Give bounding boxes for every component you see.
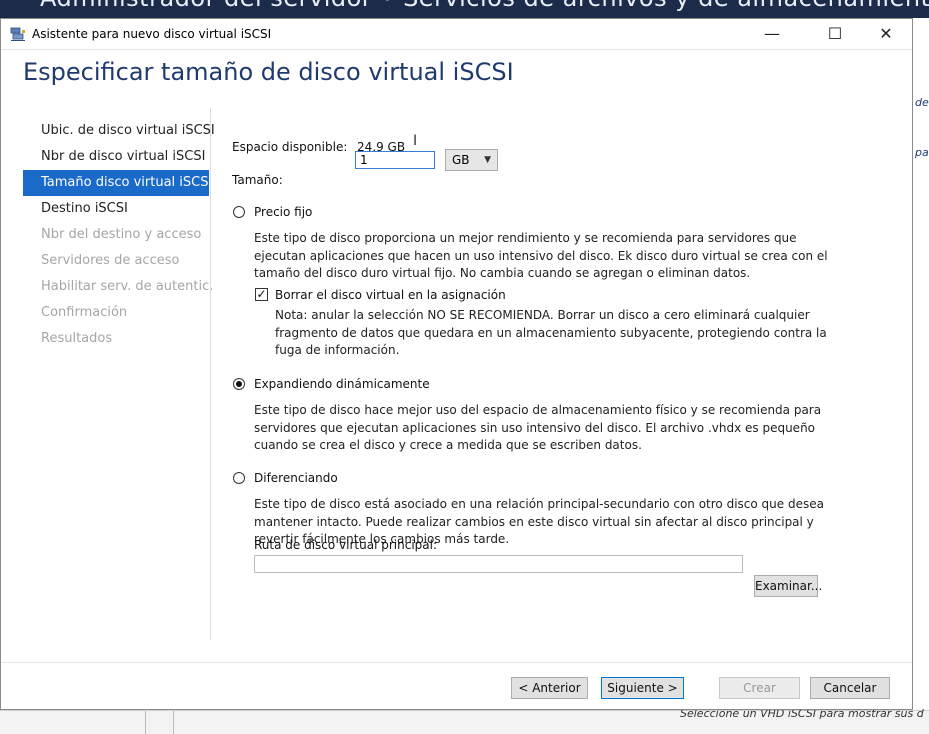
title-bar[interactable]: Asistente para nuevo disco virtual iSCSI… xyxy=(1,19,912,49)
note-line: Nota: anular la selección NO SE RECOMIEN… xyxy=(275,308,810,322)
background-fragment: par xyxy=(915,146,929,159)
parent-path-input[interactable] xyxy=(254,555,743,573)
nav-step-target-name: Nbr del destino y acceso xyxy=(41,227,202,242)
nav-step-authentication: Habilitar serv. de autentic. xyxy=(41,279,214,294)
description-line: Este tipo de disco está asociado en una … xyxy=(254,497,824,511)
parent-path-label: Ruta de disco virtual principal: xyxy=(254,538,437,552)
fixed-size-radio[interactable] xyxy=(233,206,245,218)
fixed-size-label[interactable]: Precio fijo xyxy=(254,205,312,219)
description-line: Este tipo de disco proporciona un mejor … xyxy=(254,231,797,245)
background-title-text: Administrador del servidor • Servicios d… xyxy=(40,0,929,12)
cancel-button[interactable]: Cancelar xyxy=(810,677,890,699)
note-line: fuga de información. xyxy=(275,343,400,357)
zero-disk-label[interactable]: Borrar el disco virtual en la asignación xyxy=(275,288,506,302)
nav-divider xyxy=(210,108,211,640)
close-button[interactable]: ✕ xyxy=(863,19,909,49)
description-line: mantener intacto. Puede realizar cambios… xyxy=(254,514,814,529)
description-line: cuando se crea el disco y crece a medida… xyxy=(254,438,642,452)
background-bottom-panel: Seleccione un VHD iSCSI para mostrar sus… xyxy=(0,707,929,734)
wizard-steps-nav: Ubic. de disco virtual iSCSI Nbr de disc… xyxy=(23,118,215,352)
dynamic-expand-label[interactable]: Expandiendo dinámicamente xyxy=(254,377,430,391)
previous-button[interactable]: < Anterior xyxy=(511,677,588,699)
next-button[interactable]: Siguiente > xyxy=(601,677,684,699)
header-separator xyxy=(1,49,912,50)
browse-button[interactable]: Examinar... xyxy=(754,575,822,597)
dynamic-expand-description: Este tipo de disco hace mejor uso del es… xyxy=(254,402,821,455)
dynamic-expand-radio[interactable] xyxy=(233,378,245,390)
text-cursor-icon: I xyxy=(413,133,418,149)
size-label: Tamaño: xyxy=(232,173,283,187)
window-title: Asistente para nuevo disco virtual iSCSI xyxy=(32,27,272,41)
minimize-button[interactable]: — xyxy=(749,19,795,49)
description-line: servidores que ejecutan aplicaciones sin… xyxy=(254,420,816,435)
nav-step-size[interactable]: Tamaño disco virtual iSCSI xyxy=(23,170,212,196)
nav-step-target[interactable]: Destino iSCSI xyxy=(23,196,209,222)
background-fragment: de xyxy=(915,96,929,109)
maximize-button[interactable]: ☐ xyxy=(812,19,858,49)
note-line: fragmento de datos que quedara en un alm… xyxy=(275,325,827,340)
size-unit-value: GB xyxy=(452,153,470,167)
description-line: Este tipo de disco hace mejor uso del es… xyxy=(254,403,822,417)
available-space-label: Espacio disponible: xyxy=(232,140,348,154)
nav-step-location[interactable]: Ubic. de disco virtual iSCSI xyxy=(23,118,215,144)
nav-step-confirmation: Confirmación xyxy=(41,305,128,320)
size-unit-select[interactable]: GB ▼ xyxy=(445,149,498,171)
differencing-label[interactable]: Diferenciando xyxy=(254,471,338,485)
background-window-title: Administrador del servidor • Servicios d… xyxy=(0,0,929,18)
chevron-down-icon: ▼ xyxy=(484,155,491,165)
background-divider xyxy=(145,711,146,734)
background-divider xyxy=(173,711,174,734)
nav-step-name[interactable]: Nbr de disco virtual iSCSI xyxy=(23,144,209,170)
description-line: ejecutan aplicaciones que hacen un uso i… xyxy=(254,248,828,263)
differencing-radio[interactable] xyxy=(233,472,245,484)
iscsi-disk-icon xyxy=(10,27,25,41)
zero-disk-checkbox[interactable]: ✓ xyxy=(255,288,268,301)
size-input[interactable] xyxy=(355,151,435,169)
zero-disk-note: Nota: anular la selección NO SE RECOMIEN… xyxy=(275,307,827,360)
nav-step-results: Resultados xyxy=(41,331,113,346)
create-button: Crear xyxy=(719,677,800,699)
footer-separator xyxy=(1,662,912,663)
description-line: tamaño del disco duro virtual fijo. No c… xyxy=(254,266,751,280)
nav-step-access-servers: Servidores de acceso xyxy=(41,253,180,268)
page-title: Especificar tamaño de disco virtual iSCS… xyxy=(23,58,514,86)
background-right-panel: de par xyxy=(913,18,929,733)
fixed-size-description: Este tipo de disco proporciona un mejor … xyxy=(254,230,828,283)
